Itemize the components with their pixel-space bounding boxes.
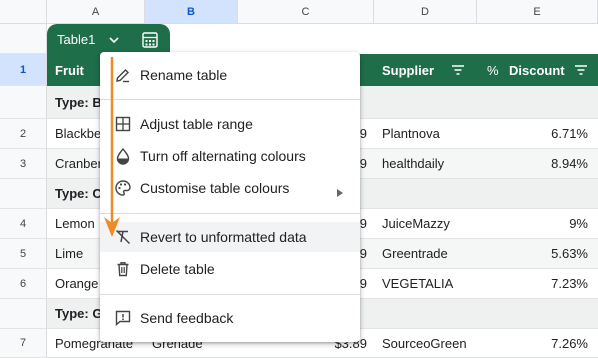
row-header-1[interactable]: 1 [0, 54, 47, 86]
menu-item-label: Rename table [140, 67, 228, 83]
row-header-6[interactable]: 6 [0, 269, 47, 299]
fruit-cell[interactable]: Cranber [55, 149, 103, 178]
discount-cell[interactable]: 8.94% [487, 149, 588, 178]
menu-item-delete[interactable]: Delete table [100, 254, 360, 284]
header-supplier[interactable]: Supplier [382, 54, 452, 86]
corner-cell[interactable] [0, 0, 47, 24]
menu-item-label: Customise table colours [140, 180, 290, 196]
supplier-cell[interactable]: JuiceMazzy [382, 209, 482, 238]
row-header-2[interactable]: 2 [0, 119, 47, 149]
row-header-5[interactable]: 5 [0, 239, 47, 269]
menu-item-label: Send feedback [140, 310, 234, 326]
column-header-d[interactable]: D [374, 0, 477, 24]
row-header-group [0, 179, 47, 209]
menu-item-rename[interactable]: Rename table [100, 60, 360, 90]
row-header-group [0, 86, 47, 119]
chevron-down-icon[interactable] [107, 33, 121, 47]
column-header-a[interactable]: A [47, 0, 145, 24]
row-header-3[interactable]: 3 [0, 149, 47, 179]
menu-item-adjust-range[interactable]: Adjust table range [100, 109, 360, 139]
fruit-cell[interactable]: Blackbe [55, 119, 103, 148]
menu-item-label: Adjust table range [140, 116, 253, 132]
menu-divider [100, 99, 360, 100]
menu-item-customise-colours[interactable]: Customise table colours [100, 173, 360, 203]
discount-cell[interactable]: 9% [487, 209, 588, 238]
menu-divider [100, 213, 360, 214]
menu-item-label: Delete table [140, 261, 215, 277]
annotation-arrow [104, 57, 120, 237]
header-discount[interactable]: Discount [509, 54, 579, 86]
supplier-cell[interactable]: healthdaily [382, 149, 482, 178]
supplier-cell[interactable]: Greentrade [382, 239, 482, 268]
filter-icon[interactable] [574, 63, 588, 77]
fruit-cell[interactable]: Lime [55, 239, 103, 268]
filter-icon[interactable] [451, 63, 465, 77]
discount-cell[interactable]: 7.26% [487, 329, 588, 357]
calculator-icon[interactable] [141, 31, 159, 49]
column-header-b[interactable]: B [145, 0, 238, 24]
row-header-group [0, 299, 47, 329]
menu-item-label: Turn off alternating colours [140, 148, 306, 164]
menu-item-feedback[interactable]: Send feedback [100, 303, 360, 333]
discount-cell[interactable]: 7.23% [487, 269, 588, 298]
column-header-c[interactable]: C [238, 0, 374, 24]
trash-icon [114, 260, 132, 278]
menu-item-label: Revert to unformatted data [140, 229, 307, 245]
submenu-arrow-icon [336, 184, 344, 197]
table-name[interactable]: Table1 [57, 32, 95, 47]
row-header-blank [0, 24, 47, 54]
column-header-e[interactable]: E [477, 0, 598, 24]
menu-item-alternating-colours[interactable]: Turn off alternating colours [100, 141, 360, 171]
menu-divider [100, 294, 360, 295]
discount-cell[interactable]: 5.63% [487, 239, 588, 268]
feedback-icon [114, 309, 132, 327]
supplier-cell[interactable]: VEGETALIA [382, 269, 482, 298]
discount-cell[interactable]: 6.71% [487, 119, 588, 148]
supplier-cell[interactable]: SourceoGreen [382, 329, 482, 357]
fruit-cell[interactable]: Lemon [55, 209, 103, 238]
row-header-7[interactable]: 7 [0, 329, 47, 358]
fruit-cell[interactable]: Orange [55, 269, 103, 298]
supplier-cell[interactable]: Plantnova [382, 119, 482, 148]
table-options-menu: Rename table Adjust table range Turn off… [100, 52, 360, 342]
header-discount-type: % [487, 62, 499, 78]
row-header-4[interactable]: 4 [0, 209, 47, 239]
menu-item-revert[interactable]: Revert to unformatted data [100, 222, 360, 252]
